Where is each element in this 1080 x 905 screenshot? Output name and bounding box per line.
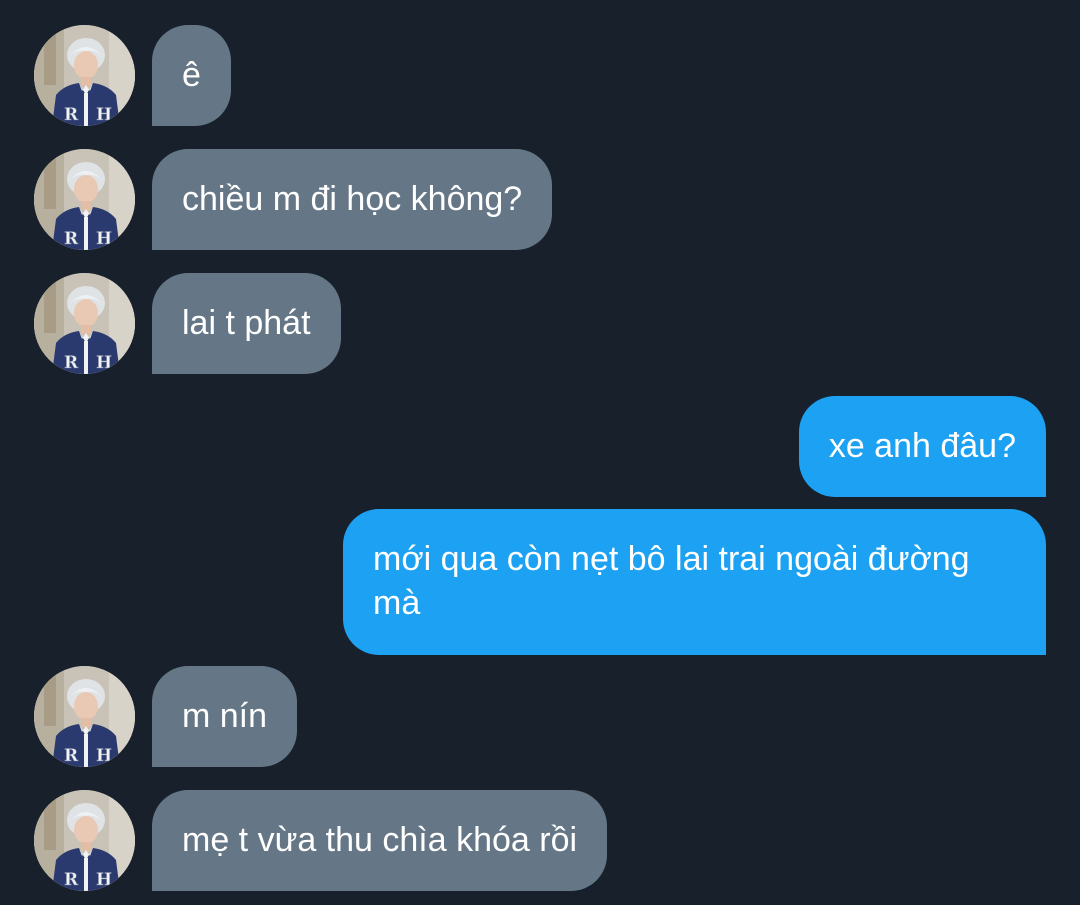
incoming-message-bubble[interactable]: chiều m đi học không? [152, 149, 553, 250]
contact-avatar-icon[interactable] [34, 790, 135, 891]
outgoing-message-bubble[interactable]: mới qua còn nẹt bô lai trai ngoài đường … [343, 509, 1046, 655]
message-text: mới qua còn nẹt bô lai trai ngoài đường … [373, 540, 970, 622]
conversation-view: { "conversation": { "messages": [ {"send… [0, 0, 1080, 905]
outgoing-message-bubble[interactable]: xe anh đâu? [798, 396, 1046, 497]
contact-avatar-icon[interactable] [34, 149, 135, 250]
message-text: lai t phát [182, 304, 311, 342]
contact-avatar-icon[interactable] [34, 273, 135, 374]
message-text: chiều m đi học không? [182, 180, 523, 218]
message-text: ê [182, 56, 201, 94]
incoming-message-bubble[interactable]: ê [152, 25, 231, 126]
message-text: mẹ t vừa thu chìa khóa rồi [182, 821, 578, 859]
incoming-message-bubble[interactable]: m nín [152, 666, 298, 767]
contact-avatar-icon[interactable] [34, 25, 135, 126]
contact-avatar-icon[interactable] [34, 666, 135, 767]
incoming-message-bubble[interactable]: mẹ t vừa thu chìa khóa rồi [152, 790, 608, 891]
incoming-message-bubble[interactable]: lai t phát [152, 273, 341, 374]
message-text: xe anh đâu? [828, 427, 1016, 465]
message-text: m nín [182, 697, 268, 735]
